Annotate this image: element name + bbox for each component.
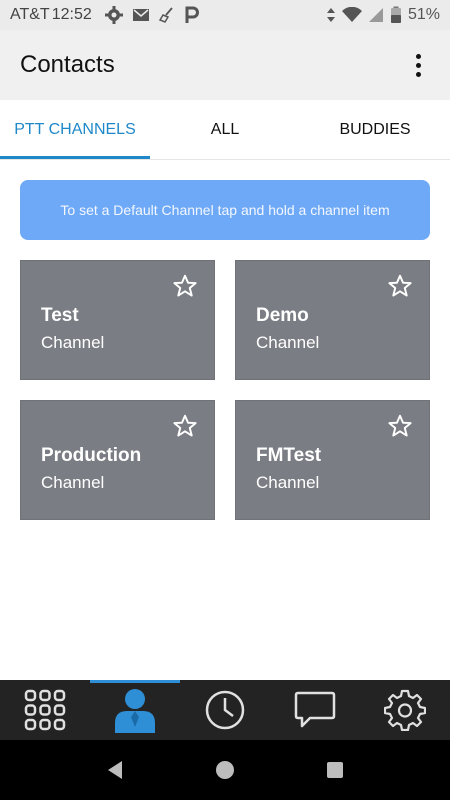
channel-name: Test [41,305,79,326]
broom-notification-icon [158,7,173,23]
nav-messages[interactable] [270,680,360,740]
favorite-star-icon[interactable] [387,413,413,439]
mail-notification-icon [132,9,149,21]
channel-name: Production [41,445,142,466]
battery-percentage: 51% [407,6,440,23]
default-channel-hint-banner: To set a Default Channel tap and hold a … [20,180,430,240]
notification-icons [104,5,200,25]
favorite-star-icon[interactable] [172,413,198,439]
history-clock-icon [205,690,245,730]
page-title: Contacts [20,51,115,78]
carrier-label: AT&T [10,6,50,23]
status-bar: AT&T 12:52 51% [0,0,450,30]
tab-buddies[interactable]: BUDDIES [300,100,450,159]
overflow-dot [415,53,421,59]
system-navigation-bar [0,740,450,800]
channel-tile[interactable]: FMTest Channel [235,400,430,520]
settings-notification-icon [104,6,123,24]
nav-history[interactable] [180,680,270,740]
nav-settings[interactable] [360,680,450,740]
tab-ptt-channels[interactable]: PTT CHANNELS [0,100,150,159]
nav-contacts[interactable] [90,680,180,740]
channel-type: Channel [41,473,105,492]
app-bar: Contacts [0,30,450,100]
channel-type: Channel [256,333,320,352]
battery-icon [390,6,401,23]
overflow-dot [415,71,421,77]
data-transfer-icon [326,8,335,22]
channel-name: Demo [256,305,309,326]
tab-bar: PTT CHANNELS ALL BUDDIES [0,100,450,160]
messages-chat-icon [294,691,336,728]
channel-type: Channel [256,473,320,492]
bottom-navigation [0,680,450,740]
status-left: AT&T 12:52 [10,5,200,25]
clock-time: 12:52 [51,6,92,23]
favorite-star-icon[interactable] [172,273,198,299]
channel-tile[interactable]: Production Channel [20,400,215,520]
contacts-person-icon [115,689,155,733]
cell-signal-icon [368,8,383,22]
tab-all[interactable]: ALL [150,100,300,159]
hint-text: To set a Default Channel tap and hold a … [60,202,390,218]
channel-type: Channel [41,333,105,352]
channel-tile[interactable]: Test Channel [20,260,215,380]
overflow-dot [415,62,421,68]
recents-icon[interactable] [324,759,346,781]
channel-name: FMTest [256,445,322,466]
apps-grid-icon [24,689,66,731]
wifi-icon [341,7,362,22]
home-icon[interactable] [214,759,236,781]
favorite-star-icon[interactable] [387,273,413,299]
channel-tile[interactable]: Demo Channel [235,260,430,380]
back-icon[interactable] [104,759,126,781]
overflow-menu-button[interactable] [406,45,430,85]
status-right: 51% [326,6,440,24]
p-notification-icon [185,6,199,23]
nav-apps[interactable] [0,680,90,740]
settings-gear-icon [384,689,426,731]
